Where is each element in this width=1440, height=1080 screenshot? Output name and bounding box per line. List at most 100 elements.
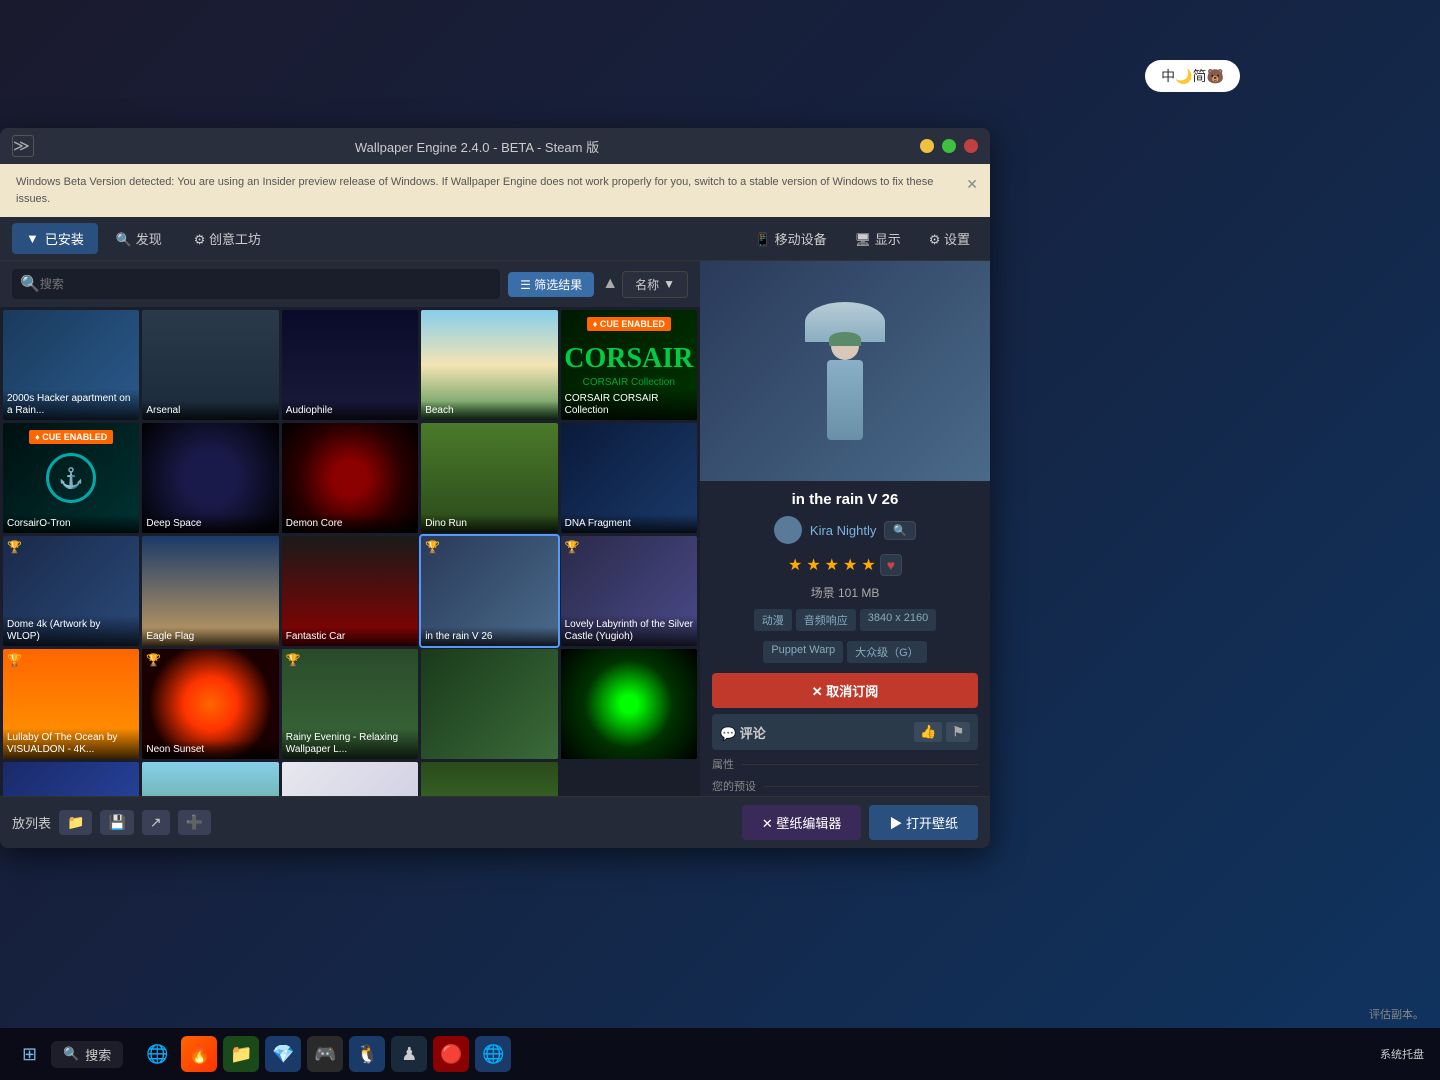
taskbar-icon-5[interactable]: 🎮: [307, 1036, 343, 1072]
wallpaper-item[interactable]: Dino Run: [421, 423, 557, 533]
wallpaper-name-label: Arsenal: [142, 401, 278, 420]
taskbar-icon-8[interactable]: 🌐: [475, 1036, 511, 1072]
trophy-icon: 🏆: [565, 540, 580, 554]
minimize-button[interactable]: −: [920, 139, 934, 153]
author-row: Kira Nightly 🔍: [712, 516, 978, 544]
tag-type[interactable]: 动漫: [754, 609, 792, 631]
add-button[interactable]: ➕: [178, 810, 211, 835]
tag-audience[interactable]: 大众级（G）: [847, 641, 927, 663]
wallpaper-item[interactable]: Arsenal: [142, 310, 278, 420]
wallpaper-name-label: Dome 4k (Artwork by WLOP): [3, 615, 139, 646]
wallpaper-item[interactable]: [3, 762, 139, 796]
folder-icon-button[interactable]: 📁: [59, 810, 92, 835]
wallpaper-name-label: Fantastic Car: [282, 627, 418, 646]
wallpaper-item[interactable]: ⚓ ♦ CUE ENABLED CorsairO-Tron: [3, 423, 139, 533]
tag-resolution[interactable]: 3840 x 2160: [860, 609, 937, 631]
thumbs-up-button[interactable]: 👍: [914, 722, 942, 742]
favorite-button[interactable]: ♥: [880, 554, 902, 576]
wallpaper-editor-button[interactable]: ✕ 壁纸编辑器: [742, 805, 862, 840]
nav-discover[interactable]: 🔍 发现: [102, 223, 176, 254]
filter-button[interactable]: ☰ 筛选结果: [508, 272, 594, 297]
sort-button[interactable]: 名称 ▼: [622, 271, 688, 298]
taskbar-icon-7[interactable]: 🔴: [433, 1036, 469, 1072]
tag-audio[interactable]: 音频响应: [796, 609, 856, 631]
tag-puppet[interactable]: Puppet Warp: [763, 641, 843, 663]
taskbar-icon-4[interactable]: 💎: [265, 1036, 301, 1072]
wallpaper-item[interactable]: [282, 762, 418, 796]
wallpaper-item[interactable]: Eagle Flag: [142, 536, 278, 646]
cue-badge: ♦ CUE ENABLED: [3, 427, 139, 445]
star-1[interactable]: ★: [788, 555, 802, 575]
properties-section: 属性: [712, 756, 978, 772]
search-input[interactable]: [40, 277, 492, 291]
playlist-label: 放列表: [12, 813, 51, 832]
open-wallpaper-button[interactable]: ▶ 打开壁纸: [869, 805, 978, 840]
star-2[interactable]: ★: [806, 555, 820, 575]
preview-image: [700, 261, 990, 481]
wallpaper-item[interactable]: Beach: [421, 310, 557, 420]
warning-close-button[interactable]: ✕: [966, 174, 978, 195]
wallpaper-item[interactable]: 🏆Dome 4k (Artwork by WLOP): [3, 536, 139, 646]
installed-dropdown-icon: ▼: [26, 231, 39, 246]
nav-workshop[interactable]: ⚙ 创意工坊: [180, 223, 275, 254]
maximize-button[interactable]: □: [942, 139, 956, 153]
start-button[interactable]: ⊞: [16, 1038, 43, 1071]
star-3[interactable]: ★: [825, 555, 839, 575]
wallpaper-item[interactable]: Deep Space: [142, 423, 278, 533]
taskbar-icon-1[interactable]: 🌐: [139, 1036, 175, 1072]
taskbar-right: 系统托盘: [1380, 1046, 1424, 1062]
search-bar: 🔍 ☰ 筛选结果 ▲ 名称 ▼: [0, 261, 700, 307]
titlebar-left: ≫: [12, 135, 34, 157]
wallpaper-item[interactable]: Audiophile: [282, 310, 418, 420]
author-search-button[interactable]: 🔍: [884, 521, 916, 540]
wallpaper-item[interactable]: 🏆in the rain V 26: [421, 536, 557, 646]
wallpaper-item[interactable]: [142, 762, 278, 796]
search-input-wrap[interactable]: 🔍: [12, 269, 500, 299]
wallpaper-name-label: Audiophile: [282, 401, 418, 420]
taskbar-icon-6[interactable]: 🐧: [349, 1036, 385, 1072]
search-icon: 🔍: [63, 1046, 79, 1062]
wallpaper-item[interactable]: [421, 649, 557, 759]
sort-arrow-up[interactable]: ▲: [602, 275, 618, 293]
taskbar-icon-2[interactable]: 🔥: [181, 1036, 217, 1072]
wallpaper-item[interactable]: Fantastic Car: [282, 536, 418, 646]
wallpaper-item[interactable]: DNA Fragment: [561, 423, 697, 533]
wallpaper-item[interactable]: 2000s Hacker apartment on a Rain...: [3, 310, 139, 420]
star-5[interactable]: ★: [861, 555, 875, 575]
wallpaper-item[interactable]: [561, 649, 697, 759]
nav-settings[interactable]: ⚙ 设置: [921, 225, 978, 252]
wallpaper-name-label: Beach: [421, 401, 557, 420]
expand-button[interactable]: ≫: [12, 135, 34, 157]
rating-text: 评估副本。: [1369, 1006, 1424, 1022]
wallpaper-item[interactable]: 🏆Lullaby Of The Ocean by VISUALDON - 4K.…: [3, 649, 139, 759]
nav-display[interactable]: 🖥 显示: [847, 225, 909, 252]
comment-button[interactable]: 💬 评论 👍 ⚑: [712, 714, 978, 750]
wallpaper-item[interactable]: Demon Core: [282, 423, 418, 533]
wallpaper-name-label: Lovely Labyrinth of the Silver Castle (Y…: [561, 615, 697, 646]
wallpaper-name-label: CorsairO-Tron: [3, 514, 139, 533]
flag-button[interactable]: ⚑: [946, 722, 970, 742]
wallpaper-item[interactable]: 🏆Neon Sunset: [142, 649, 278, 759]
close-button[interactable]: ✕: [964, 139, 978, 153]
main-window: ≫ Wallpaper Engine 2.4.0 - BETA - Steam …: [0, 128, 990, 848]
taskbar-icon-3[interactable]: 📁: [223, 1036, 259, 1072]
share-icon-button[interactable]: ↗: [142, 810, 170, 835]
wallpaper-detail-title: in the rain V 26: [712, 491, 978, 508]
wallpaper-item[interactable]: 🏆 Lovely Labyrinth of the Silver Castle (…: [561, 536, 697, 646]
right-panel: in the rain V 26 Kira Nightly 🔍 ★ ★ ★ ★ …: [700, 261, 990, 796]
wallpaper-name-label: Neon Sunset: [142, 740, 278, 759]
lang-switcher[interactable]: 中🌙简🐻: [1145, 60, 1240, 92]
wallpaper-item[interactable]: 🏆Rainy Evening - Relaxing Wallpaper L...: [282, 649, 418, 759]
wallpaper-item[interactable]: [421, 762, 557, 796]
nav-installed[interactable]: ▼ 已安装: [12, 223, 98, 254]
bottom-actions: ✕ 壁纸编辑器 ▶ 打开壁纸: [742, 805, 978, 840]
size-info: 场景 101 MB: [712, 584, 978, 601]
taskbar-icon-steam[interactable]: ♟: [391, 1036, 427, 1072]
nav-mobile[interactable]: 📱 移动设备: [747, 225, 835, 252]
save-icon-button[interactable]: 💾: [100, 810, 133, 835]
unsubscribe-button[interactable]: ✕ 取消订阅: [712, 673, 978, 708]
star-4[interactable]: ★: [843, 555, 857, 575]
wallpaper-item[interactable]: CORSAIR CORSAIR Collection ♦ CUE ENABLED…: [561, 310, 697, 420]
detail-body: in the rain V 26 Kira Nightly 🔍 ★ ★ ★ ★ …: [700, 481, 990, 796]
taskbar-search[interactable]: 🔍 搜索: [51, 1041, 123, 1068]
